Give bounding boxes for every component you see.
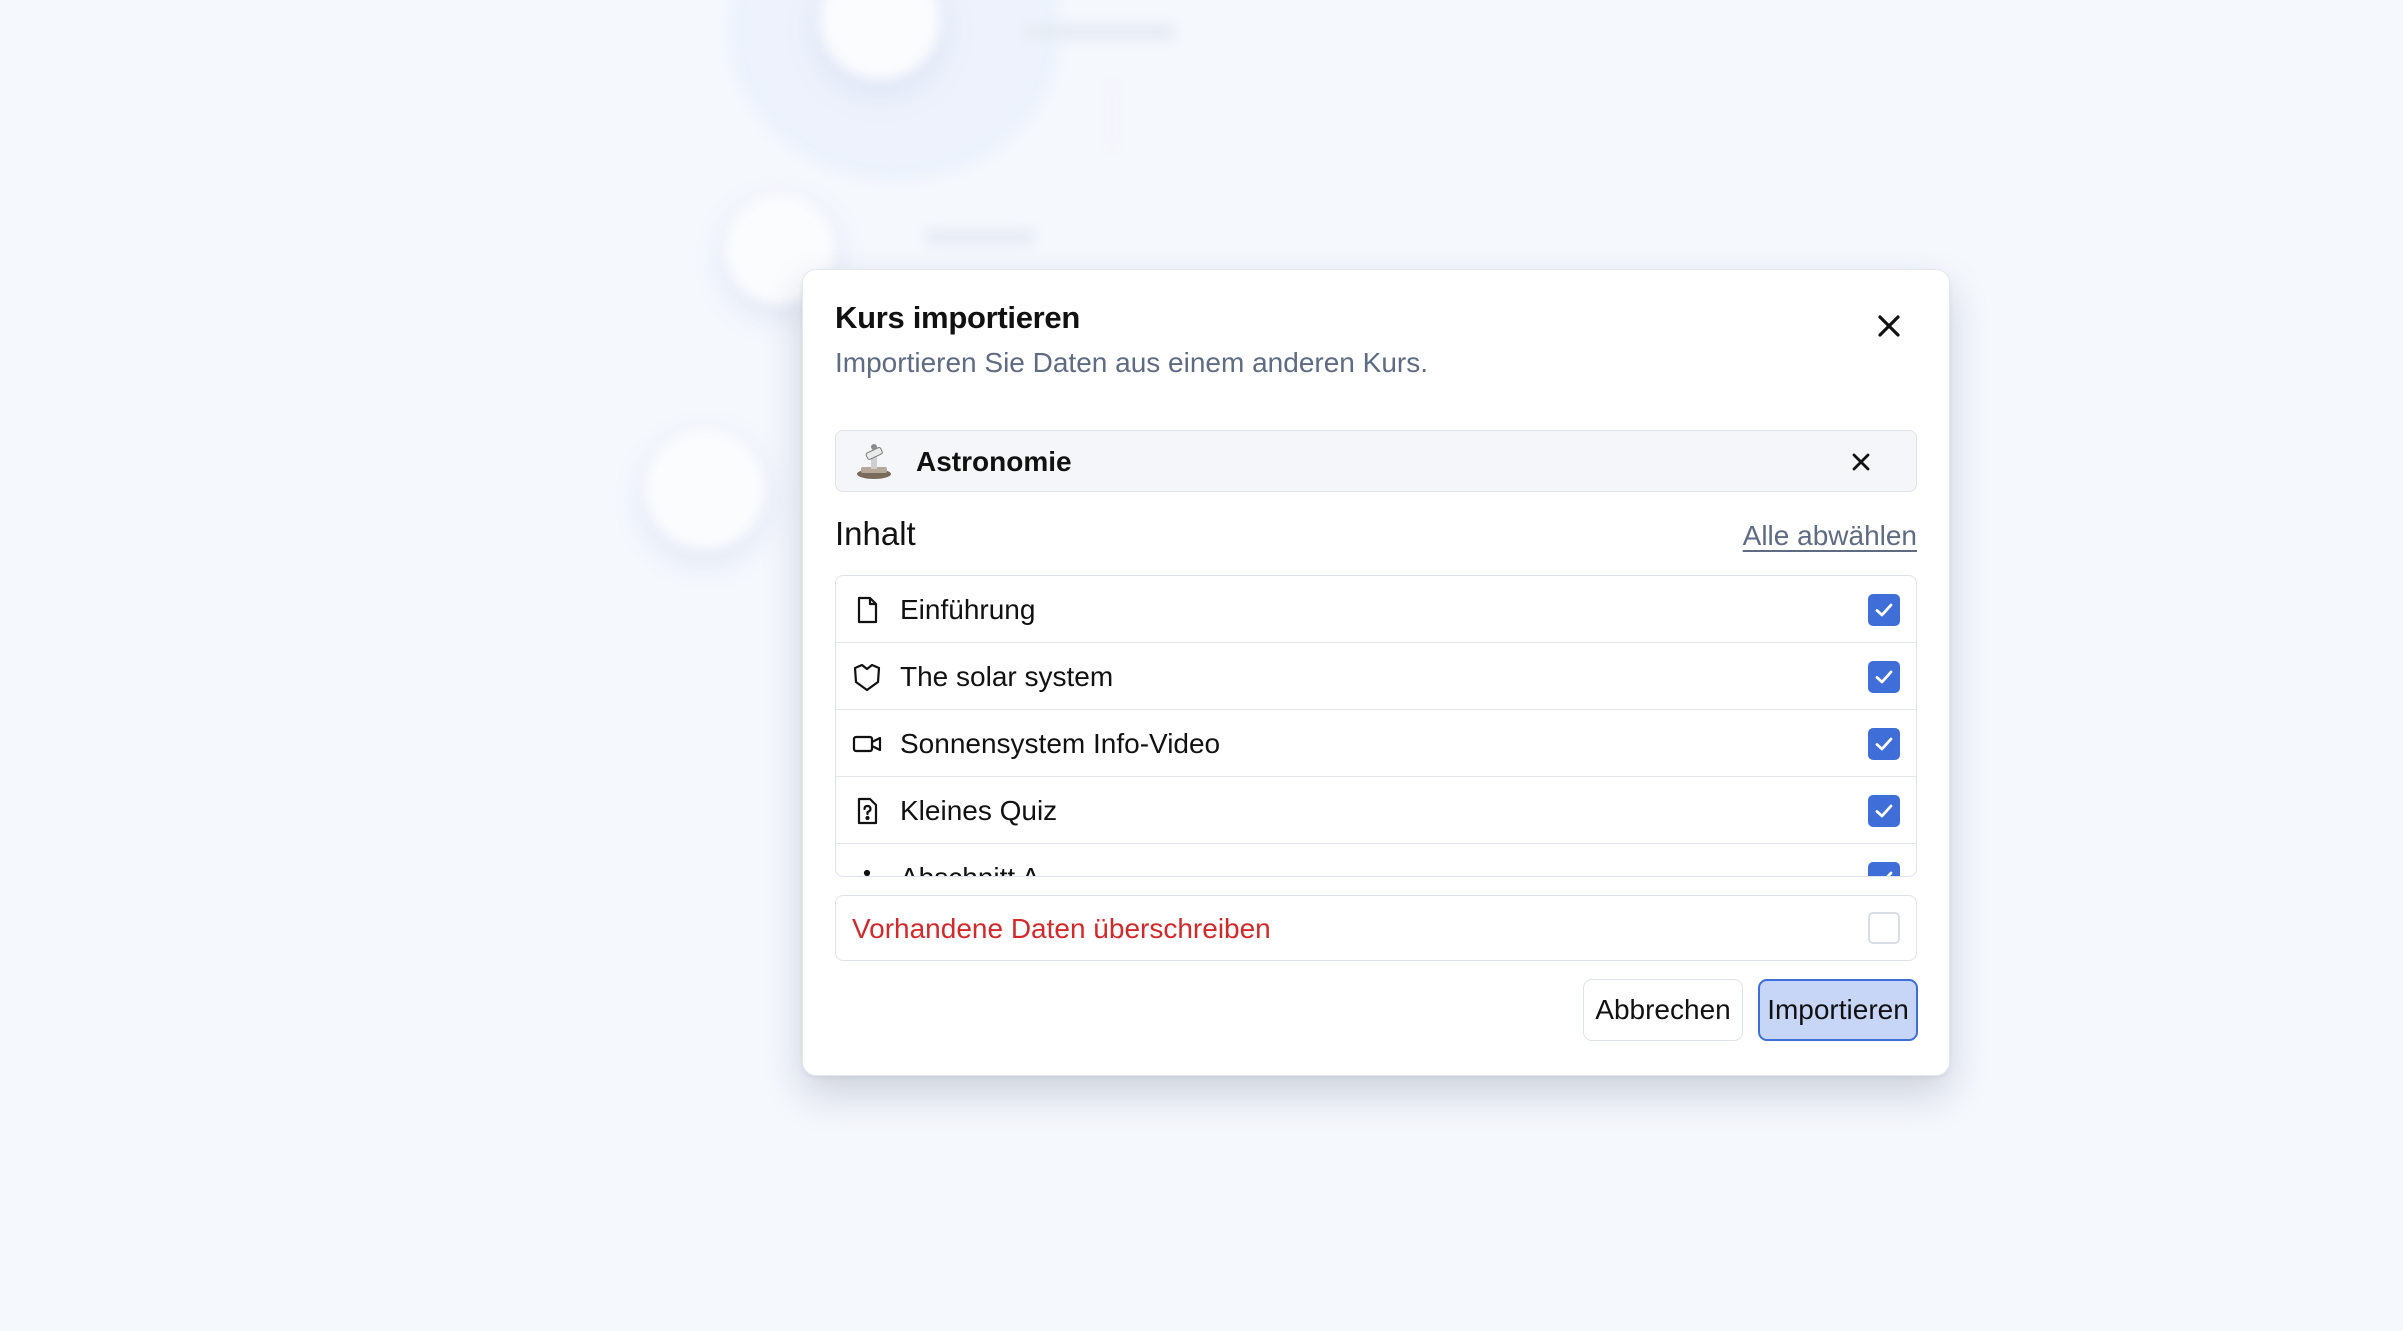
overwrite-label: Vorhandene Daten überschreiben [852, 913, 1271, 944]
import-button[interactable]: Importieren [1758, 979, 1918, 1041]
dialog-title: Kurs importieren [835, 300, 1080, 335]
check-icon [1875, 737, 1893, 751]
background-label [925, 230, 1035, 244]
deselect-all-link[interactable]: Alle abwählen [1743, 520, 1917, 552]
import-course-dialog: Kurs importieren Importieren Sie Daten a… [802, 269, 1950, 1076]
close-icon[interactable] [1869, 306, 1909, 346]
list-item[interactable]: Sonnensystem Info-Video [836, 710, 1916, 777]
list-item[interactable]: Einführung [836, 576, 1916, 643]
check-icon [1875, 804, 1893, 818]
list-item-label: Abschnitt A [900, 862, 1040, 876]
map-icon [852, 662, 882, 692]
check-icon [1886, 871, 1893, 876]
list-item-label: Einführung [900, 594, 1036, 625]
list-item[interactable]: Kleines Quiz [836, 777, 1916, 844]
check-icon [1875, 670, 1893, 684]
item-checkbox[interactable] [1868, 661, 1900, 693]
list-item-label: Kleines Quiz [900, 795, 1058, 826]
item-checkbox[interactable] [1868, 795, 1900, 827]
check-icon [1875, 603, 1893, 617]
item-checkbox[interactable] [1868, 728, 1900, 760]
overwrite-checkbox[interactable] [1868, 912, 1900, 944]
list-item-label: Sonnensystem Info-Video [900, 728, 1221, 759]
item-checkbox[interactable] [1868, 594, 1900, 626]
overwrite-option[interactable]: Vorhandene Daten überschreiben [835, 895, 1917, 961]
clear-course-icon[interactable] [1846, 447, 1876, 477]
list-item[interactable]: The solar system [836, 643, 1916, 710]
item-checkbox[interactable] [1868, 862, 1900, 876]
selected-course: Astronomie [835, 430, 1917, 492]
content-section-label: Inhalt [835, 515, 916, 552]
section-icon [852, 863, 882, 876]
course-name: Astronomie [916, 446, 1072, 477]
video-icon [852, 729, 882, 759]
content-list[interactable]: Einführung The solar system Sonnensystem… [835, 575, 1917, 877]
cancel-button[interactable]: Abbrechen [1583, 979, 1743, 1041]
background-connector [1110, 80, 1114, 150]
list-item-label: The solar system [900, 661, 1114, 692]
telescope-emoji-icon [854, 441, 894, 481]
quiz-file-icon [852, 796, 882, 826]
background-label [1025, 25, 1175, 39]
background-node [645, 430, 765, 550]
list-item[interactable]: Abschnitt A [836, 844, 1916, 876]
document-icon [852, 595, 882, 625]
dialog-subtitle: Importieren Sie Daten aus einem anderen … [835, 347, 1428, 378]
